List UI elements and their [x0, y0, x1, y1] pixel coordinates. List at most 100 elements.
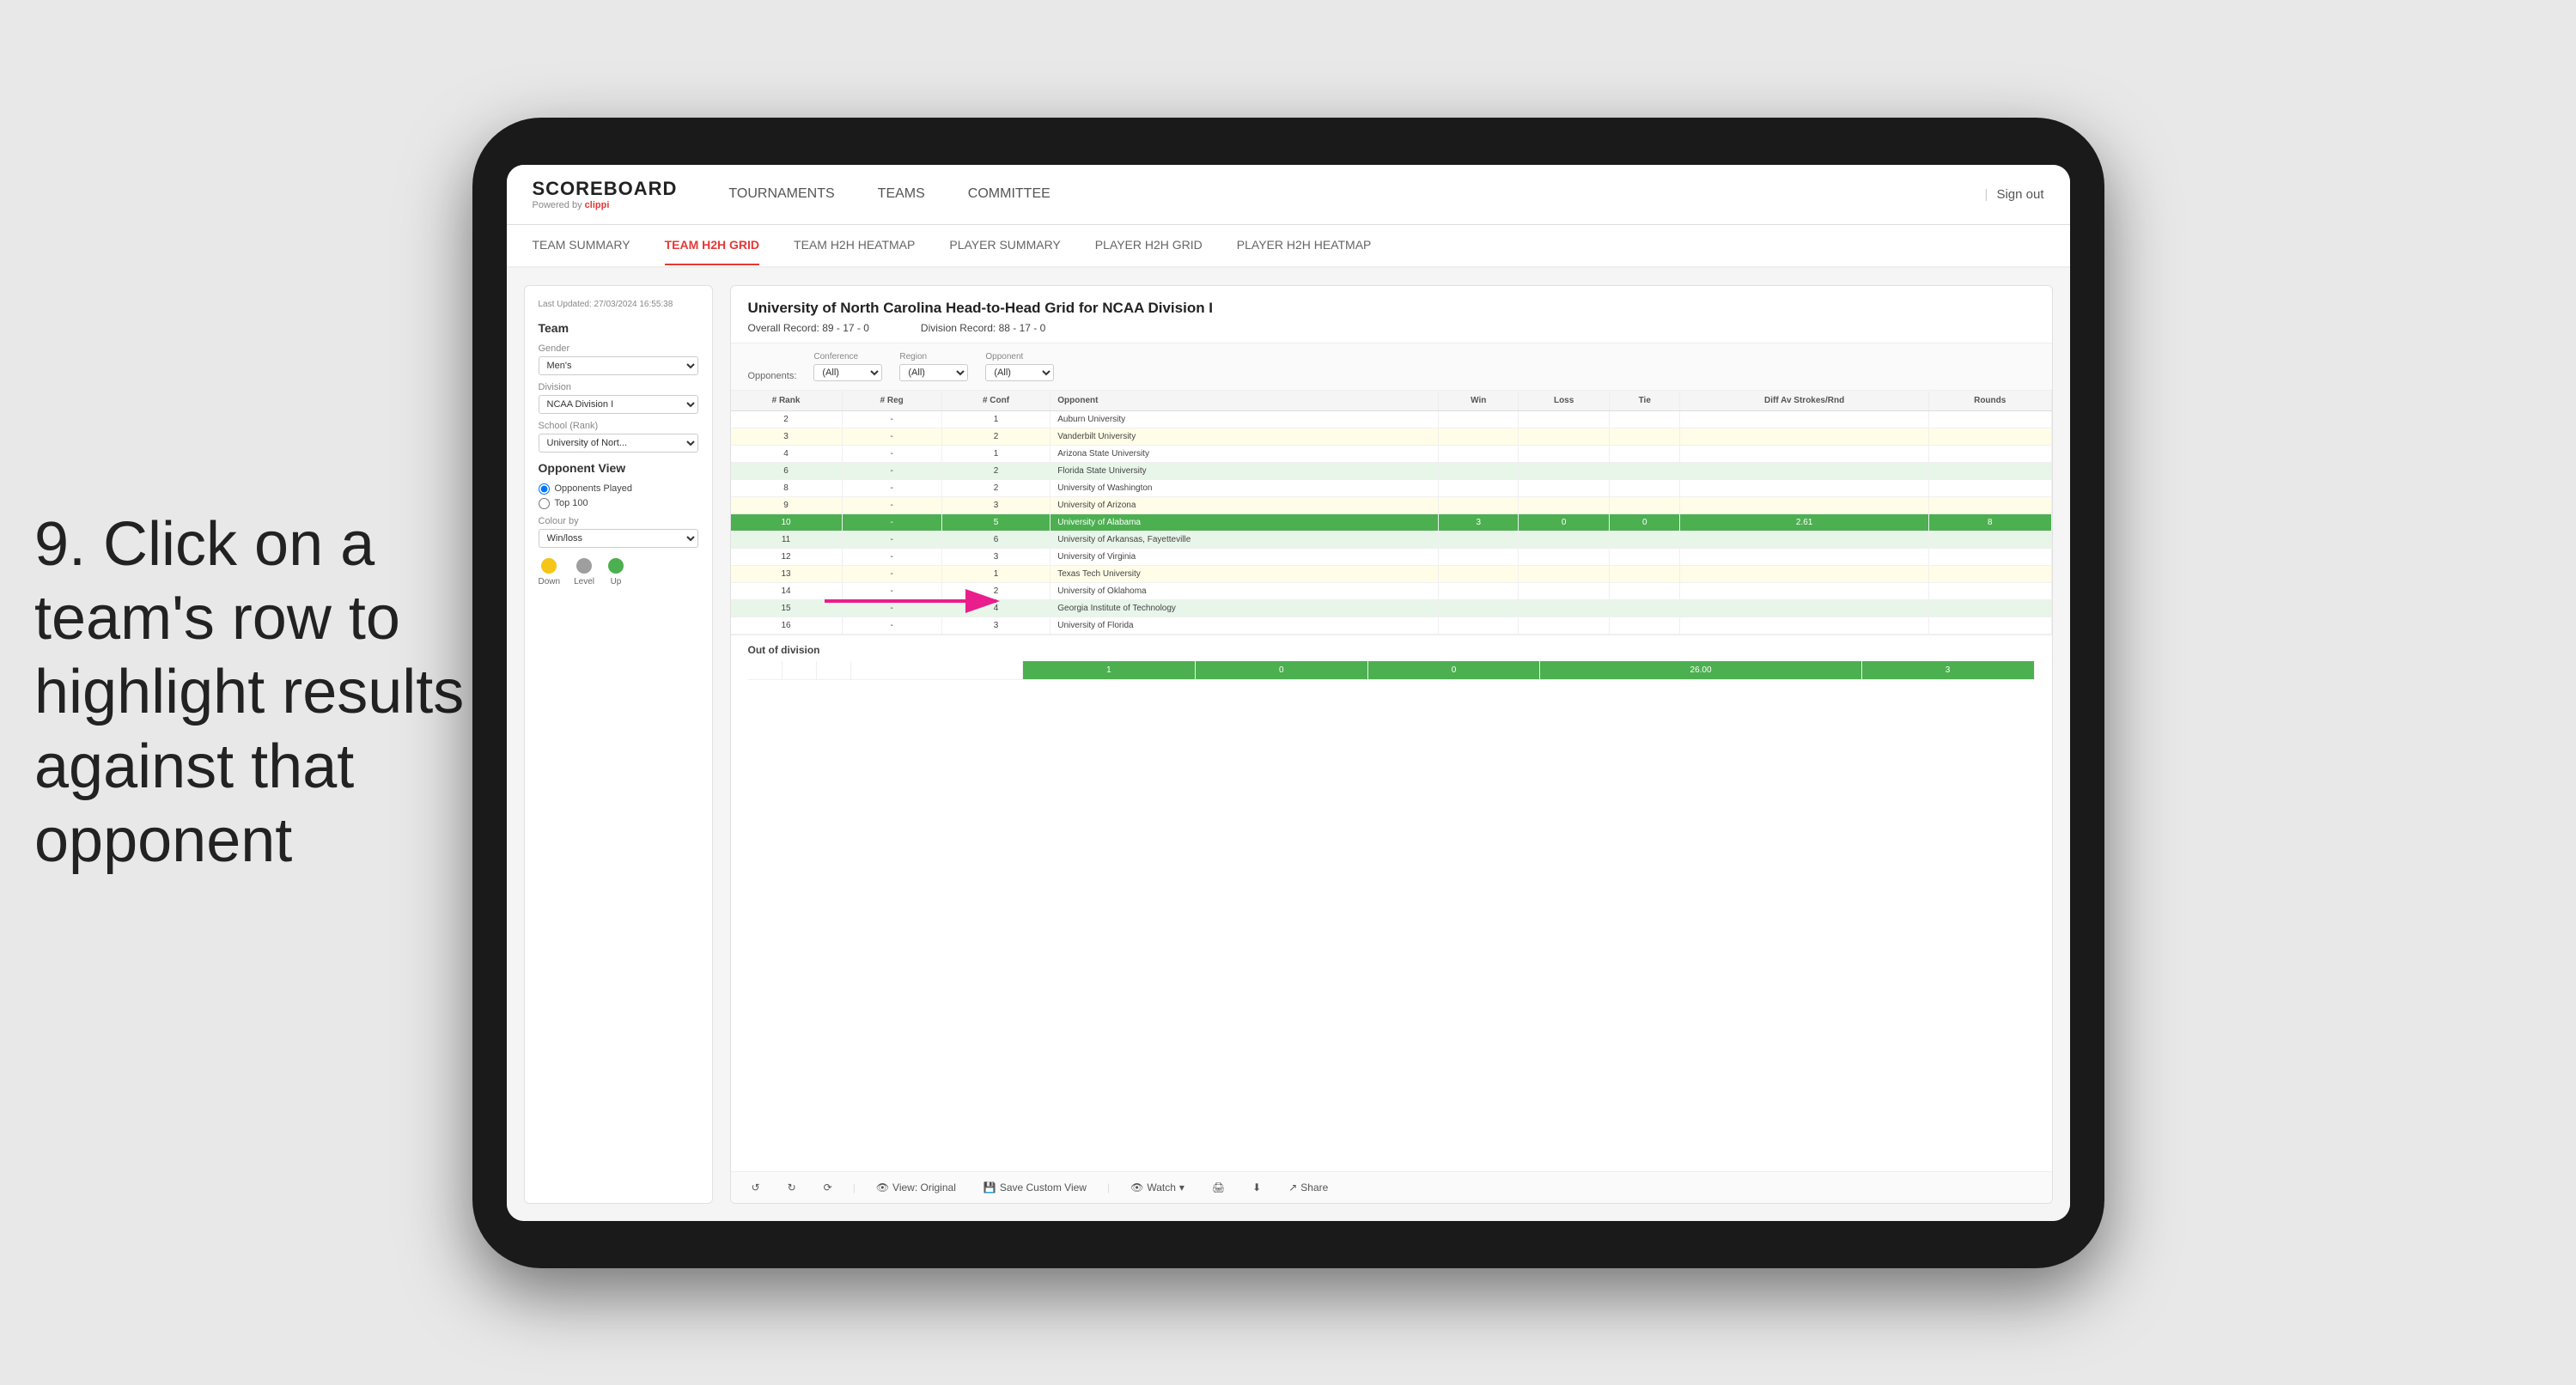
sign-out-link[interactable]: Sign out	[1996, 187, 2043, 202]
gender-label: Gender	[539, 343, 698, 354]
legend-level: Level	[574, 558, 594, 586]
opponent-filter: Opponent (All)	[985, 352, 1054, 381]
last-updated: Last Updated: 27/03/2024 16:55:38	[539, 300, 698, 309]
out-div-name: NCAA Division II	[851, 661, 1023, 680]
opponent-view-title: Opponent View	[539, 461, 698, 475]
panel-title: University of North Carolina Head-to-Hea…	[748, 300, 2035, 317]
conference-filter: Conference (All)	[813, 352, 882, 381]
gender-select[interactable]: Men's	[539, 356, 698, 375]
view-original-button[interactable]: 👁 View: Original	[869, 1179, 963, 1196]
share-icon: ↗	[1288, 1182, 1297, 1194]
redo-button[interactable]: ↻	[781, 1179, 803, 1196]
table-header-row: # Rank # Reg # Conf Opponent Win Loss Ti…	[731, 391, 2052, 411]
level-label: Level	[574, 577, 594, 586]
nav-committee[interactable]: COMMITTEE	[968, 182, 1050, 206]
opponent-select[interactable]: (All)	[985, 364, 1054, 381]
filter-row: Opponents: Conference (All) Region (All)	[731, 343, 2052, 391]
table-row[interactable]: 2-1Auburn University	[731, 410, 2052, 428]
table-row[interactable]: 3-2Vanderbilt University	[731, 428, 2052, 445]
conference-select[interactable]: (All)	[813, 364, 882, 381]
radio-top100[interactable]: Top 100	[539, 498, 698, 509]
col-rank: # Rank	[731, 391, 843, 411]
down-color-dot	[541, 558, 557, 574]
table-row[interactable]: 11-6University of Arkansas, Fayetteville	[731, 531, 2052, 548]
col-conf: # Conf	[941, 391, 1050, 411]
up-label: Up	[611, 577, 622, 586]
tab-player-summary[interactable]: PLAYER SUMMARY	[949, 226, 1060, 265]
logo-text: SCOREBOARD	[533, 178, 678, 200]
tab-team-h2h-grid[interactable]: TEAM H2H GRID	[665, 226, 759, 265]
down-label: Down	[539, 577, 561, 586]
panel-records: Overall Record: 89 - 17 - 0 Division Rec…	[748, 322, 2035, 334]
table-row[interactable]: 8-2University of Washington	[731, 479, 2052, 496]
col-tie: Tie	[1610, 391, 1680, 411]
division-label: Division	[539, 382, 698, 392]
sub-navigation: TEAM SUMMARY TEAM H2H GRID TEAM H2H HEAT…	[507, 225, 2070, 268]
overall-record: Overall Record: 89 - 17 - 0	[748, 322, 869, 334]
instruction-text: 9. Click on a team's row to highlight re…	[34, 507, 533, 878]
col-win: Win	[1439, 391, 1519, 411]
table-row[interactable]: 10-5University of Alabama3002.618	[731, 513, 2052, 531]
out-of-division-row[interactable]: NCAA Division II 1 0 0 26.00 3	[748, 661, 2035, 680]
tablet-device: SCOREBOARD Powered by clippi TOURNAMENTS…	[472, 118, 2104, 1268]
content-panel: University of North Carolina Head-to-Hea…	[730, 285, 2053, 1204]
school-select[interactable]: University of Nort...	[539, 434, 698, 453]
out-div-tie: 0	[1367, 661, 1540, 680]
division-record: Division Record: 88 - 17 - 0	[921, 322, 1045, 334]
division-select[interactable]: NCAA Division I	[539, 395, 698, 414]
watch-icon: 👁	[1130, 1182, 1143, 1194]
main-content: Last Updated: 27/03/2024 16:55:38 Team G…	[507, 268, 2070, 1221]
region-filter: Region (All)	[899, 352, 968, 381]
nav-links: TOURNAMENTS TEAMS COMMITTEE	[728, 182, 1984, 206]
save-icon: 💾	[984, 1182, 996, 1194]
table-row[interactable]: 15-4Georgia Institute of Technology	[731, 599, 2052, 617]
tab-player-h2h-grid[interactable]: PLAYER H2H GRID	[1095, 226, 1203, 265]
col-rounds: Rounds	[1928, 391, 2051, 411]
watch-dropdown-icon: ▾	[1179, 1182, 1184, 1194]
table-row[interactable]: 4-1Arizona State University	[731, 445, 2052, 462]
eye-icon: 👁	[876, 1182, 889, 1194]
out-div-loss: 0	[1195, 661, 1367, 680]
table-row[interactable]: 13-1Texas Tech University	[731, 565, 2052, 582]
h2h-table: # Rank # Reg # Conf Opponent Win Loss Ti…	[731, 391, 2052, 635]
table-row[interactable]: 16-3University of Florida	[731, 617, 2052, 634]
up-color-dot	[608, 558, 624, 574]
tab-player-h2h-heatmap[interactable]: PLAYER H2H HEATMAP	[1237, 226, 1372, 265]
watch-button[interactable]: 👁 Watch ▾	[1124, 1179, 1191, 1196]
sidebar: Last Updated: 27/03/2024 16:55:38 Team G…	[524, 285, 713, 1204]
colour-by-label: Colour by	[539, 516, 698, 526]
radio-opponents-played[interactable]: Opponents Played	[539, 483, 698, 495]
opponent-view-options: Opponents Played Top 100	[539, 483, 698, 509]
table-row[interactable]: 9-3University of Arizona	[731, 496, 2052, 513]
h2h-table-container: # Rank # Reg # Conf Opponent Win Loss Ti…	[731, 391, 2052, 1171]
share-button[interactable]: ↗ Share	[1282, 1179, 1335, 1196]
school-label: School (Rank)	[539, 421, 698, 431]
out-div-win: 1	[1023, 661, 1196, 680]
region-select[interactable]: (All)	[899, 364, 968, 381]
table-row[interactable]: 6-2Florida State University	[731, 462, 2052, 479]
top-navigation: SCOREBOARD Powered by clippi TOURNAMENTS…	[507, 165, 2070, 225]
nav-teams[interactable]: TEAMS	[878, 182, 925, 206]
legend-down: Down	[539, 558, 561, 586]
print-button[interactable]: 🖨	[1205, 1179, 1232, 1196]
undo-button[interactable]: ↺	[745, 1179, 767, 1196]
table-row[interactable]: 14-2University of Oklahoma	[731, 582, 2052, 599]
download-button[interactable]: ⬇	[1245, 1179, 1268, 1196]
tab-team-h2h-heatmap[interactable]: TEAM H2H HEATMAP	[794, 226, 915, 265]
save-custom-view-button[interactable]: 💾 Save Custom View	[977, 1179, 1093, 1196]
colour-by-select[interactable]: Win/loss	[539, 529, 698, 548]
col-opponent: Opponent	[1050, 391, 1439, 411]
table-row[interactable]: 12-3University of Virginia	[731, 548, 2052, 565]
out-div-diff: 26.00	[1540, 661, 1861, 680]
out-of-division-table: NCAA Division II 1 0 0 26.00 3	[731, 661, 2052, 689]
legend-up: Up	[608, 558, 624, 586]
out-div-rounds: 3	[1861, 661, 2034, 680]
history-button[interactable]: ⟳	[817, 1179, 839, 1196]
tab-team-summary[interactable]: TEAM SUMMARY	[533, 226, 630, 265]
level-color-dot	[576, 558, 592, 574]
sign-out-area: | Sign out	[1985, 187, 2044, 202]
col-loss: Loss	[1519, 391, 1610, 411]
legend: Down Level Up	[539, 558, 698, 586]
nav-tournaments[interactable]: TOURNAMENTS	[728, 182, 834, 206]
col-reg: # Reg	[842, 391, 941, 411]
